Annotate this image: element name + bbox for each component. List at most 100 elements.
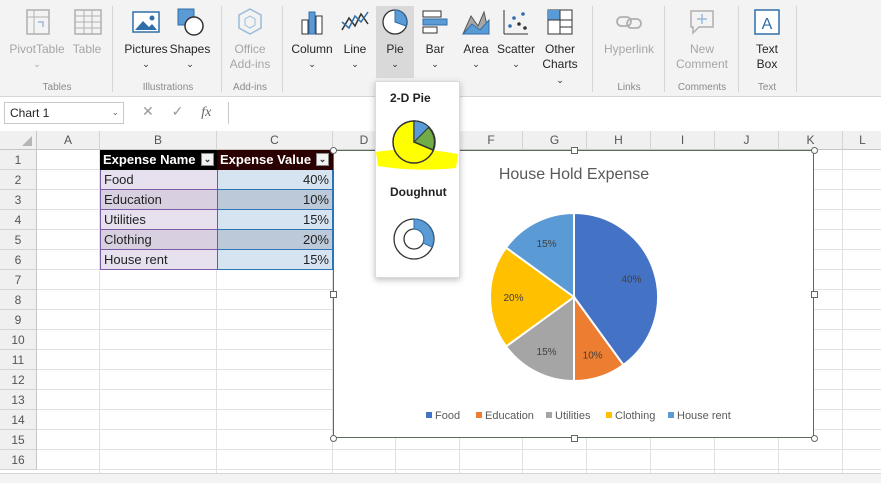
- expense-name-cell[interactable]: Utilities: [100, 210, 218, 230]
- pie-chart-icon: [392, 120, 436, 164]
- header-expense-name-label: Expense Name: [103, 152, 196, 167]
- illustrations-group-label: Illustrations: [142, 82, 194, 93]
- chart-legend[interactable]: Food Education Utilities Clothing House rent: [426, 410, 731, 422]
- check-icon[interactable]: ✓: [172, 103, 184, 119]
- expense-value-cell[interactable]: 20%: [217, 230, 333, 250]
- hyperlink-button[interactable]: Hyperlink: [600, 6, 658, 57]
- table-label: Table: [72, 42, 102, 56]
- row-header-10[interactable]: 10: [0, 330, 37, 350]
- formula-input[interactable]: [228, 102, 881, 124]
- new-comment-line1: New: [689, 42, 714, 56]
- row-header-5[interactable]: 5: [0, 230, 37, 250]
- row-header-14[interactable]: 14: [0, 410, 37, 430]
- row-header-13[interactable]: 13: [0, 390, 37, 410]
- pie-chart-icon: [382, 9, 408, 35]
- line-chart-button[interactable]: Line ⌄: [336, 6, 374, 69]
- expense-value-cell[interactable]: 10%: [217, 190, 333, 210]
- row-header-4[interactable]: 4: [0, 210, 37, 230]
- row-header-15[interactable]: 15: [0, 430, 37, 450]
- table-icon: [74, 9, 102, 35]
- header-expense-value[interactable]: Expense Value ⌄: [217, 150, 333, 170]
- expense-name-cell[interactable]: Clothing: [100, 230, 218, 250]
- table-button[interactable]: Table: [68, 6, 106, 57]
- pivottable-label: PivotTable: [9, 42, 65, 56]
- column-header-i[interactable]: I: [651, 131, 715, 150]
- column-header-h[interactable]: H: [587, 131, 651, 150]
- separator: [592, 6, 593, 92]
- header-expense-value-label: Expense Value: [220, 152, 312, 167]
- text-box-button[interactable]: A Text Box: [746, 6, 788, 72]
- data-label: 40%: [622, 274, 642, 285]
- chevron-down-icon[interactable]: ⌄: [111, 107, 119, 118]
- other-charts-button[interactable]: Other Charts ⌄: [537, 6, 583, 88]
- separator: [282, 6, 283, 92]
- pivottable-icon: [26, 9, 50, 35]
- comment-icon: [690, 10, 714, 35]
- column-header-b[interactable]: B: [100, 131, 217, 150]
- column-chart-button[interactable]: Column ⌄: [288, 6, 336, 69]
- resize-handle[interactable]: [330, 435, 337, 442]
- expense-value-cell[interactable]: 15%: [217, 210, 333, 230]
- resize-handle[interactable]: [811, 435, 818, 442]
- bar-chart-button[interactable]: Bar ⌄: [416, 6, 454, 69]
- data-label: 20%: [504, 293, 524, 304]
- name-box[interactable]: Chart 1 ⌄: [4, 102, 124, 124]
- expense-name-cell[interactable]: Food: [100, 170, 218, 190]
- row-header-12[interactable]: 12: [0, 370, 37, 390]
- area-chart-button[interactable]: Area ⌄: [456, 6, 496, 69]
- column-header-c[interactable]: C: [217, 131, 333, 150]
- expense-value-cell[interactable]: 40%: [217, 170, 333, 190]
- cancel-icon[interactable]: ✕: [142, 103, 154, 119]
- other-charts-icon: [547, 9, 573, 35]
- doughnut-option[interactable]: [391, 216, 437, 262]
- pie-chart-button[interactable]: Pie ⌄: [376, 6, 414, 69]
- chart-title[interactable]: House Hold Expense: [499, 166, 649, 183]
- expense-name-cell[interactable]: House rent: [100, 250, 218, 270]
- legend-swatch: [476, 412, 482, 418]
- row-header-7[interactable]: 7: [0, 270, 37, 290]
- formula-actions: ✕ ✓ fx: [142, 103, 211, 121]
- 2d-pie-option[interactable]: [391, 119, 437, 165]
- filter-dropdown-icon[interactable]: ⌄: [316, 153, 329, 166]
- column-header-j[interactable]: J: [715, 131, 779, 150]
- new-comment-button[interactable]: New Comment: [670, 6, 734, 72]
- text-box-line2: Box: [756, 57, 778, 71]
- select-all-button[interactable]: [0, 131, 37, 150]
- resize-handle[interactable]: [570, 147, 578, 154]
- pie-label: Pie: [386, 42, 404, 56]
- expense-name-cell[interactable]: Education: [100, 190, 218, 210]
- fx-icon[interactable]: fx: [201, 105, 211, 120]
- legend-entry: Food: [435, 410, 460, 422]
- row-header-9[interactable]: 9: [0, 310, 37, 330]
- resize-handle[interactable]: [570, 435, 578, 442]
- row-header-6[interactable]: 6: [0, 250, 37, 270]
- office-addins-button[interactable]: Office Add-ins: [225, 6, 275, 72]
- resize-handle[interactable]: [811, 291, 818, 298]
- column-header-l[interactable]: L: [843, 131, 881, 150]
- legend-swatch: [668, 412, 674, 418]
- separator: [738, 6, 739, 92]
- row-header-2[interactable]: 2: [0, 170, 37, 190]
- resize-handle[interactable]: [330, 291, 337, 298]
- row-header-16[interactable]: 16: [0, 450, 37, 470]
- column-header-f[interactable]: F: [460, 131, 523, 150]
- row-header-1[interactable]: 1: [0, 150, 37, 170]
- area-label: Area: [463, 42, 489, 56]
- resize-handle[interactable]: [811, 147, 818, 154]
- pictures-button[interactable]: Pictures ⌄: [122, 6, 170, 69]
- shapes-button[interactable]: Shapes ⌄: [168, 6, 212, 69]
- pivottable-button[interactable]: PivotTable ⌄: [8, 6, 66, 69]
- chevron-down-icon: ⌄: [186, 59, 194, 69]
- expense-value-cell[interactable]: 15%: [217, 250, 333, 270]
- column-header-a[interactable]: A: [37, 131, 100, 150]
- filter-dropdown-icon[interactable]: ⌄: [201, 153, 214, 166]
- chevron-down-icon: ⌄: [142, 59, 150, 69]
- header-expense-name[interactable]: Expense Name ⌄: [100, 150, 217, 170]
- row-header-3[interactable]: 3: [0, 190, 37, 210]
- legend-entry: Clothing: [615, 410, 655, 422]
- row-header-8[interactable]: 8: [0, 290, 37, 310]
- legend-entry: Education: [485, 410, 534, 422]
- scatter-chart-button[interactable]: Scatter ⌄: [496, 6, 536, 69]
- resize-handle[interactable]: [330, 147, 337, 154]
- row-header-11[interactable]: 11: [0, 350, 37, 370]
